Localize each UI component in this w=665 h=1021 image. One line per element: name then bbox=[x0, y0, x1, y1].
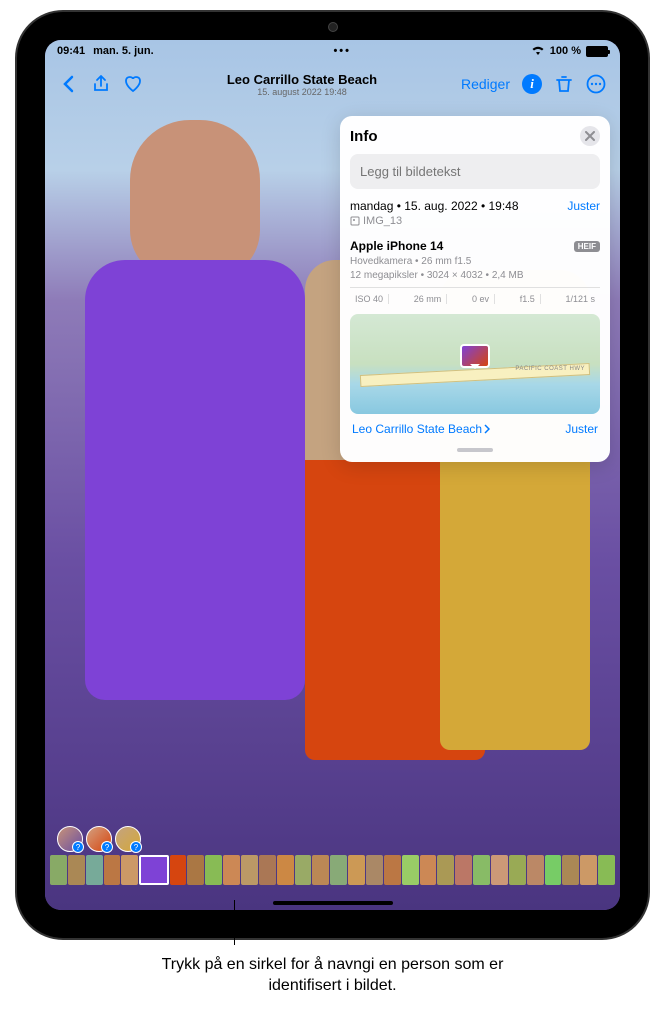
filmstrip-thumb[interactable] bbox=[527, 855, 544, 885]
info-panel-title: Info bbox=[350, 128, 378, 145]
info-date: mandag • 15. aug. 2022 • 19:48 bbox=[350, 199, 519, 213]
photo-filmstrip[interactable] bbox=[45, 855, 620, 885]
filmstrip-thumb[interactable] bbox=[455, 855, 472, 885]
camera-device-name: Apple iPhone 14 HEIF bbox=[350, 239, 600, 253]
filmstrip-thumb[interactable] bbox=[473, 855, 490, 885]
format-badge: HEIF bbox=[574, 241, 600, 252]
filmstrip-thumb[interactable] bbox=[545, 855, 562, 885]
filmstrip-thumb[interactable] bbox=[384, 855, 401, 885]
filmstrip-thumb[interactable] bbox=[295, 855, 312, 885]
filmstrip-thumb[interactable] bbox=[598, 855, 615, 885]
exif-aperture: f1.5 bbox=[515, 294, 541, 304]
exif-iso: ISO 40 bbox=[350, 294, 389, 304]
status-time: 09:41 bbox=[57, 45, 85, 57]
status-date: man. 5. jun. bbox=[93, 45, 154, 57]
adjust-date-button[interactable]: Juster bbox=[567, 199, 600, 213]
exif-focal: 26 mm bbox=[409, 294, 448, 304]
person-left bbox=[75, 120, 315, 800]
ipad-device-frame: 09:41 man. 5. jun. ••• 100 % bbox=[15, 10, 650, 940]
info-icon: i bbox=[522, 74, 542, 94]
photo-date-subtitle: 15. august 2022 19:48 bbox=[149, 87, 455, 97]
chevron-right-icon bbox=[484, 424, 490, 434]
screen: 09:41 man. 5. jun. ••• 100 % bbox=[45, 40, 620, 910]
filmstrip-thumb[interactable] bbox=[50, 855, 67, 885]
tag-badge-icon: ? bbox=[130, 841, 142, 853]
photo-title-area: Leo Carrillo State Beach 15. august 2022… bbox=[149, 72, 455, 97]
wifi-icon bbox=[531, 45, 545, 58]
panel-drag-handle[interactable] bbox=[457, 448, 493, 452]
exif-details: ISO 40 26 mm 0 ev f1.5 1/121 s bbox=[350, 287, 600, 304]
edit-button[interactable]: Rediger bbox=[455, 70, 516, 98]
close-icon bbox=[585, 131, 595, 141]
filmstrip-thumb[interactable] bbox=[86, 855, 103, 885]
filmstrip-thumb[interactable] bbox=[223, 855, 240, 885]
filmstrip-thumb[interactable] bbox=[241, 855, 258, 885]
exif-shutter: 1/121 s bbox=[560, 294, 600, 304]
location-name-link[interactable]: Leo Carrillo State Beach bbox=[352, 422, 490, 436]
filmstrip-thumb[interactable] bbox=[104, 855, 121, 885]
filmstrip-thumb[interactable] bbox=[312, 855, 329, 885]
location-map[interactable]: PACIFIC COAST HWY bbox=[350, 314, 600, 414]
photo-icon bbox=[350, 216, 360, 226]
filmstrip-thumb[interactable] bbox=[509, 855, 526, 885]
filmstrip-thumb[interactable] bbox=[420, 855, 437, 885]
filmstrip-thumb[interactable] bbox=[580, 855, 597, 885]
front-camera bbox=[328, 22, 338, 32]
favorite-button[interactable] bbox=[117, 68, 149, 100]
filmstrip-thumb[interactable] bbox=[366, 855, 383, 885]
close-info-button[interactable] bbox=[580, 126, 600, 146]
multitask-dots[interactable]: ••• bbox=[333, 45, 351, 57]
filmstrip-thumb[interactable] bbox=[437, 855, 454, 885]
filmstrip-thumb[interactable] bbox=[187, 855, 204, 885]
share-button[interactable] bbox=[85, 68, 117, 100]
face-circles-row: ? ? ? bbox=[57, 826, 141, 852]
exif-ev: 0 ev bbox=[467, 294, 495, 304]
filmstrip-thumb[interactable] bbox=[330, 855, 347, 885]
info-filename: IMG_13 bbox=[350, 215, 600, 227]
map-pin bbox=[460, 344, 490, 368]
photo-toolbar: Leo Carrillo State Beach 15. august 2022… bbox=[45, 62, 620, 106]
face-circle-2[interactable]: ? bbox=[86, 826, 112, 852]
filmstrip-thumb[interactable] bbox=[68, 855, 85, 885]
back-button[interactable] bbox=[53, 68, 85, 100]
tag-badge-icon: ? bbox=[101, 841, 113, 853]
filmstrip-thumb[interactable] bbox=[562, 855, 579, 885]
photo-location-title: Leo Carrillo State Beach bbox=[149, 72, 455, 87]
more-button[interactable] bbox=[580, 68, 612, 100]
tag-badge-icon: ? bbox=[72, 841, 84, 853]
battery-icon bbox=[586, 46, 608, 57]
annotation-callout: Trykk på en sirkel for å navngi en perso… bbox=[133, 955, 533, 997]
info-button[interactable]: i bbox=[516, 68, 548, 100]
filmstrip-thumb[interactable] bbox=[491, 855, 508, 885]
battery-percent: 100 % bbox=[550, 45, 581, 57]
filmstrip-thumb[interactable] bbox=[121, 855, 138, 885]
adjust-location-button[interactable]: Juster bbox=[565, 422, 598, 436]
filmstrip-thumb[interactable] bbox=[348, 855, 365, 885]
face-circle-3[interactable]: ? bbox=[115, 826, 141, 852]
filmstrip-thumb[interactable] bbox=[139, 855, 168, 885]
face-circle-1[interactable]: ? bbox=[57, 826, 83, 852]
delete-button[interactable] bbox=[548, 68, 580, 100]
caption-input[interactable] bbox=[350, 154, 600, 189]
status-bar: 09:41 man. 5. jun. ••• 100 % bbox=[45, 40, 620, 62]
info-panel: Info mandag • 15. aug. 2022 • 19:48 Just… bbox=[340, 116, 610, 462]
camera-resolution-details: 12 megapiksler • 3024 × 4032 • 2,4 MB bbox=[350, 270, 600, 281]
filmstrip-thumb[interactable] bbox=[277, 855, 294, 885]
map-road-label: PACIFIC COAST HWY bbox=[515, 366, 585, 372]
camera-lens-details: Hovedkamera • 26 mm f1.5 bbox=[350, 256, 600, 267]
filmstrip-thumb[interactable] bbox=[402, 855, 419, 885]
callout-text: Trykk på en sirkel for å navngi en perso… bbox=[133, 955, 533, 997]
filmstrip-thumb[interactable] bbox=[205, 855, 222, 885]
filmstrip-thumb[interactable] bbox=[170, 855, 187, 885]
filmstrip-thumb[interactable] bbox=[259, 855, 276, 885]
home-indicator[interactable] bbox=[273, 901, 393, 905]
